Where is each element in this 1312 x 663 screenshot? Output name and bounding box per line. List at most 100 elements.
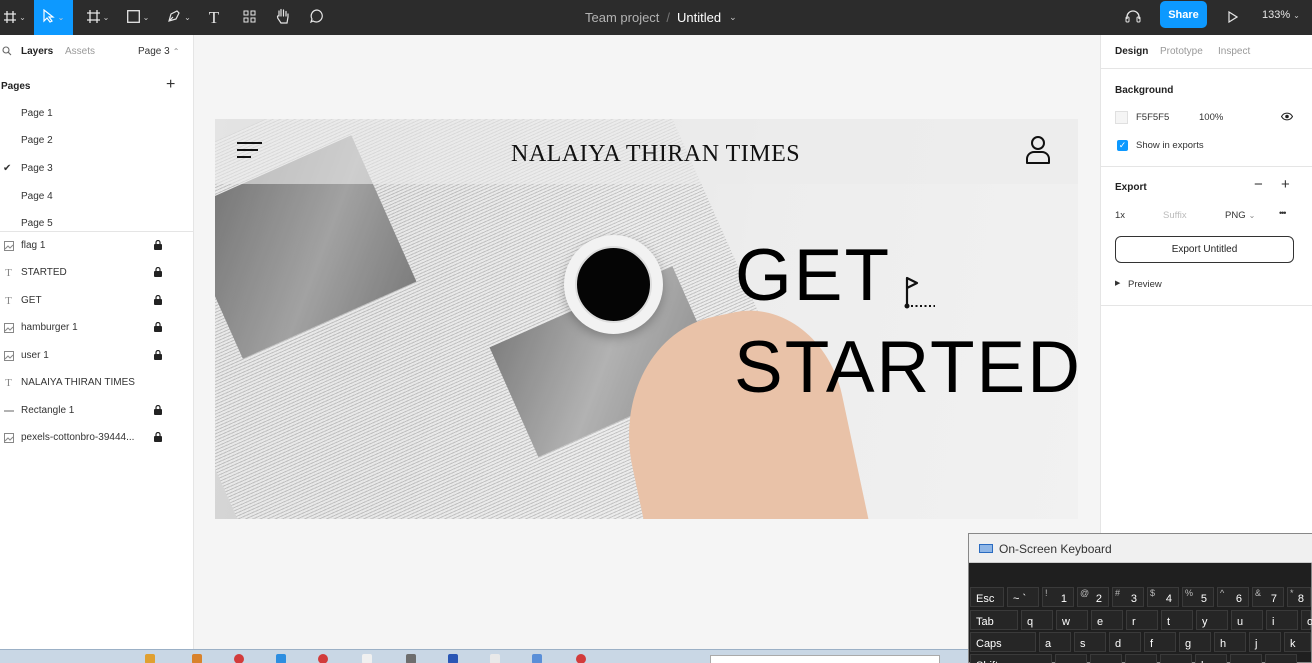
osk-key[interactable]: m — [1265, 654, 1297, 663]
osk-key[interactable]: x — [1090, 654, 1122, 663]
eye-icon[interactable] — [1280, 112, 1294, 124]
lock-icon[interactable] — [154, 349, 162, 360]
osk-key[interactable]: #3 — [1112, 587, 1144, 607]
osk-key[interactable]: Caps — [970, 632, 1036, 652]
page-selector[interactable]: Page 3 ⌃ — [138, 46, 179, 57]
app-icon[interactable] — [406, 654, 416, 663]
osk-key[interactable]: f — [1144, 632, 1176, 652]
file-title-area[interactable]: Team project / Untitled ⌄ — [585, 0, 737, 35]
page-item-5[interactable]: Page 5 — [21, 218, 53, 229]
lock-icon[interactable] — [154, 266, 162, 277]
move-tool-button[interactable]: ⌄ — [34, 0, 73, 35]
zoom-dropdown[interactable]: 133% ⌄ — [1262, 0, 1300, 30]
add-page-icon[interactable]: + — [166, 76, 175, 94]
layer-row-brand[interactable]: T NALAIYA THIRAN TIMES — [0, 372, 194, 396]
background-opacity-input[interactable]: 100% — [1199, 112, 1223, 123]
osk-key[interactable]: o — [1301, 610, 1312, 630]
layer-row-rectangle[interactable]: Rectangle 1 — [0, 400, 194, 424]
layer-row-user[interactable]: user 1 — [0, 345, 194, 369]
layer-row-started[interactable]: T STARTED — [0, 262, 194, 286]
app-icon[interactable] — [318, 654, 328, 663]
osk-key[interactable]: g — [1179, 632, 1211, 652]
hamburger-icon[interactable] — [237, 142, 262, 160]
tab-design[interactable]: Design — [1115, 46, 1148, 57]
share-button[interactable]: Share — [1160, 1, 1207, 28]
osk-key[interactable]: e — [1091, 610, 1123, 630]
project-name[interactable]: Team project — [585, 10, 659, 25]
tab-prototype[interactable]: Prototype — [1160, 46, 1203, 57]
osk-key[interactable]: b — [1195, 654, 1227, 663]
lock-icon[interactable] — [154, 321, 162, 332]
comment-button[interactable] — [306, 0, 328, 35]
add-export-icon[interactable]: + — [1281, 176, 1290, 193]
osk-key[interactable]: % 5 — [1182, 587, 1214, 607]
present-button[interactable] — [1222, 0, 1244, 35]
hero-frame[interactable]: NALAIYA THIRAN TIMES GET STARTED — [215, 119, 1078, 519]
osk-key[interactable]: w — [1056, 610, 1088, 630]
page-item-3[interactable]: Page 3 — [21, 163, 53, 174]
osk-key[interactable]: u — [1231, 610, 1263, 630]
app-icon[interactable] — [362, 654, 372, 663]
osk-key[interactable]: s — [1074, 632, 1106, 652]
text-tool-button[interactable]: T — [203, 0, 225, 35]
osk-key[interactable]: r — [1126, 610, 1158, 630]
osk-key[interactable]: Shift — [970, 654, 1052, 663]
app-icon[interactable] — [145, 654, 155, 663]
osk-key[interactable]: ! 1 — [1042, 587, 1074, 607]
user-icon[interactable] — [1025, 135, 1051, 165]
lock-icon[interactable] — [154, 239, 162, 250]
osk-key[interactable]: ^ 6 — [1217, 587, 1249, 607]
app-icon[interactable] — [192, 654, 202, 663]
file-title[interactable]: Untitled — [677, 10, 721, 25]
osk-key[interactable]: Tab — [970, 610, 1018, 630]
frame-tool-button[interactable]: ⌄ — [83, 0, 113, 35]
osk-key[interactable]: n — [1230, 654, 1262, 663]
osk-key[interactable]: i — [1266, 610, 1298, 630]
layer-row-photo[interactable]: pexels-cottonbro-39444... — [0, 427, 194, 451]
osk-key[interactable]: a — [1039, 632, 1071, 652]
layer-row-get[interactable]: T GET — [0, 290, 194, 314]
export-button[interactable]: Export Untitled — [1115, 236, 1294, 263]
design-canvas[interactable]: NALAIYA THIRAN TIMES GET STARTED — [194, 35, 1100, 663]
app-icon[interactable] — [532, 654, 542, 663]
osk-key[interactable]: Esc — [970, 587, 1004, 607]
background-hex-input[interactable]: F5F5F5 — [1136, 112, 1169, 123]
osk-key[interactable]: & 7 — [1252, 587, 1284, 607]
audio-button[interactable] — [1122, 0, 1144, 35]
taskbar-search-input[interactable] — [710, 655, 940, 663]
show-in-exports-checkbox[interactable]: ✓ — [1117, 140, 1128, 151]
chevron-down-icon[interactable]: ⌄ — [729, 12, 737, 23]
osk-key[interactable]: y — [1196, 610, 1228, 630]
resources-button[interactable] — [238, 0, 260, 35]
export-suffix-input[interactable]: Suffix — [1163, 210, 1187, 221]
main-menu-button[interactable]: ⌄ — [0, 0, 30, 35]
shape-tool-button[interactable]: ⌄ — [122, 0, 154, 35]
osk-key[interactable]: k — [1284, 632, 1311, 652]
more-options-icon[interactable]: ••• — [1279, 208, 1287, 218]
tab-inspect[interactable]: Inspect — [1218, 46, 1250, 57]
search-icon[interactable] — [2, 46, 12, 59]
pen-tool-button[interactable]: ⌄ — [163, 0, 195, 35]
page-item-4[interactable]: Page 4 — [21, 191, 53, 202]
preview-toggle[interactable]: Preview — [1128, 279, 1162, 290]
app-icon[interactable] — [576, 654, 586, 663]
osk-title-bar[interactable]: On-Screen Keyboard — [969, 534, 1312, 563]
app-icon[interactable] — [490, 654, 500, 663]
export-format-select[interactable]: PNG ⌄ — [1225, 210, 1255, 221]
osk-key[interactable]: h — [1214, 632, 1246, 652]
hand-tool-button[interactable] — [272, 0, 294, 35]
osk-key[interactable]: t — [1161, 610, 1193, 630]
background-swatch[interactable] — [1115, 111, 1128, 124]
tab-layers[interactable]: Layers — [21, 46, 53, 57]
osk-key[interactable]: z — [1055, 654, 1087, 663]
osk-key[interactable]: c — [1125, 654, 1157, 663]
lock-icon[interactable] — [154, 404, 162, 415]
page-item-1[interactable]: Page 1 — [21, 108, 53, 119]
layer-row-hamburger[interactable]: hamburger 1 — [0, 317, 194, 341]
osk-key[interactable]: d — [1109, 632, 1141, 652]
osk-key[interactable]: j — [1249, 632, 1281, 652]
caret-right-icon[interactable]: ▶ — [1115, 279, 1120, 287]
osk-key[interactable]: q — [1021, 610, 1053, 630]
osk-key[interactable]: @2 — [1077, 587, 1109, 607]
tab-assets[interactable]: Assets — [65, 46, 95, 57]
